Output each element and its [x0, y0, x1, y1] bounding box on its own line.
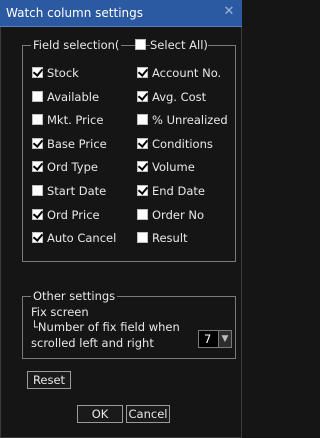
field-label: Ord Type [47, 160, 98, 174]
field-checkbox[interactable]: Base Price [32, 136, 132, 152]
field-label: Avg. Cost [152, 90, 207, 104]
checkbox-checked-icon[interactable] [137, 91, 148, 102]
field-checkbox[interactable]: Start Date [32, 183, 132, 199]
checkbox-unchecked-icon[interactable] [32, 114, 43, 125]
field-label: Mkt. Price [47, 113, 104, 127]
field-checkbox[interactable]: Stock [32, 65, 132, 81]
field-label: Base Price [47, 137, 107, 151]
field-checkbox[interactable]: Conditions [137, 136, 237, 152]
checkbox-unchecked-icon[interactable] [137, 114, 148, 125]
checkbox-unchecked-icon[interactable] [137, 209, 148, 220]
field-label: Volume [152, 160, 195, 174]
field-label: Conditions [152, 137, 213, 151]
field-checkbox[interactable]: % Unrealized [137, 112, 237, 128]
checkbox-unchecked-icon[interactable] [137, 232, 148, 243]
field-selection-legend: Field selection( [31, 38, 122, 52]
checkbox-checked-icon[interactable] [32, 232, 43, 243]
field-label: % Unrealized [152, 113, 228, 127]
other-settings-legend: Other settings [31, 289, 118, 303]
field-label: Account No. [152, 66, 222, 80]
fix-field-label-line1: └Number of fix field when [31, 320, 180, 334]
checkbox-unchecked-icon[interactable] [32, 185, 43, 196]
field-label: Auto Cancel [47, 231, 117, 245]
window-title: Watch column settings [6, 6, 144, 20]
checkbox-unchecked-icon[interactable] [32, 91, 43, 102]
fix-field-label-line2: scrolled left and right [31, 336, 154, 350]
field-checkbox[interactable]: Result [137, 230, 237, 246]
field-checkbox[interactable]: Auto Cancel [32, 230, 132, 246]
checkbox-checked-icon[interactable] [137, 185, 148, 196]
checkbox-checked-icon[interactable] [32, 67, 43, 78]
reset-button[interactable]: Reset [27, 371, 71, 389]
field-checkbox[interactable]: Order No [137, 207, 237, 223]
close-icon[interactable]: ✕ [222, 4, 236, 20]
field-label: Order No [152, 208, 204, 222]
field-checkbox[interactable]: Account No. [137, 65, 237, 81]
checkbox-checked-icon[interactable] [32, 161, 43, 172]
field-checkbox[interactable]: Available [32, 89, 132, 105]
select-all-label: Select All) [150, 37, 208, 53]
checkbox-checked-icon[interactable] [137, 138, 148, 149]
field-label: End Date [152, 184, 205, 198]
field-label: Stock [47, 66, 79, 80]
fix-field-count-select[interactable]: 7 ▼ [198, 330, 232, 348]
field-label: Result [152, 231, 188, 245]
checkbox-checked-icon[interactable] [137, 67, 148, 78]
ok-button[interactable]: OK [77, 405, 123, 423]
checkbox-checked-icon[interactable] [137, 161, 148, 172]
field-checkbox[interactable]: Ord Type [32, 159, 132, 175]
checkbox-checked-icon[interactable] [32, 209, 43, 220]
field-checkbox[interactable]: Ord Price [32, 207, 132, 223]
fix-field-count-value: 7 [204, 332, 212, 346]
select-all-checkbox[interactable]: Select All) [135, 37, 233, 53]
chevron-down-icon[interactable]: ▼ [218, 331, 231, 347]
title-bar: Watch column settings ✕ [0, 0, 242, 27]
field-label: Start Date [47, 184, 107, 198]
fix-screen-label: Fix screen [31, 305, 89, 319]
select-all-box[interactable] [135, 39, 146, 50]
field-checkbox[interactable]: Volume [137, 159, 237, 175]
field-checkbox[interactable]: Avg. Cost [137, 89, 237, 105]
field-checkbox[interactable]: Mkt. Price [32, 112, 132, 128]
field-label: Ord Price [47, 208, 100, 222]
cancel-button[interactable]: Cancel [126, 405, 170, 423]
checkbox-checked-icon[interactable] [32, 138, 43, 149]
field-label: Available [47, 90, 100, 104]
field-checkbox[interactable]: End Date [137, 183, 237, 199]
